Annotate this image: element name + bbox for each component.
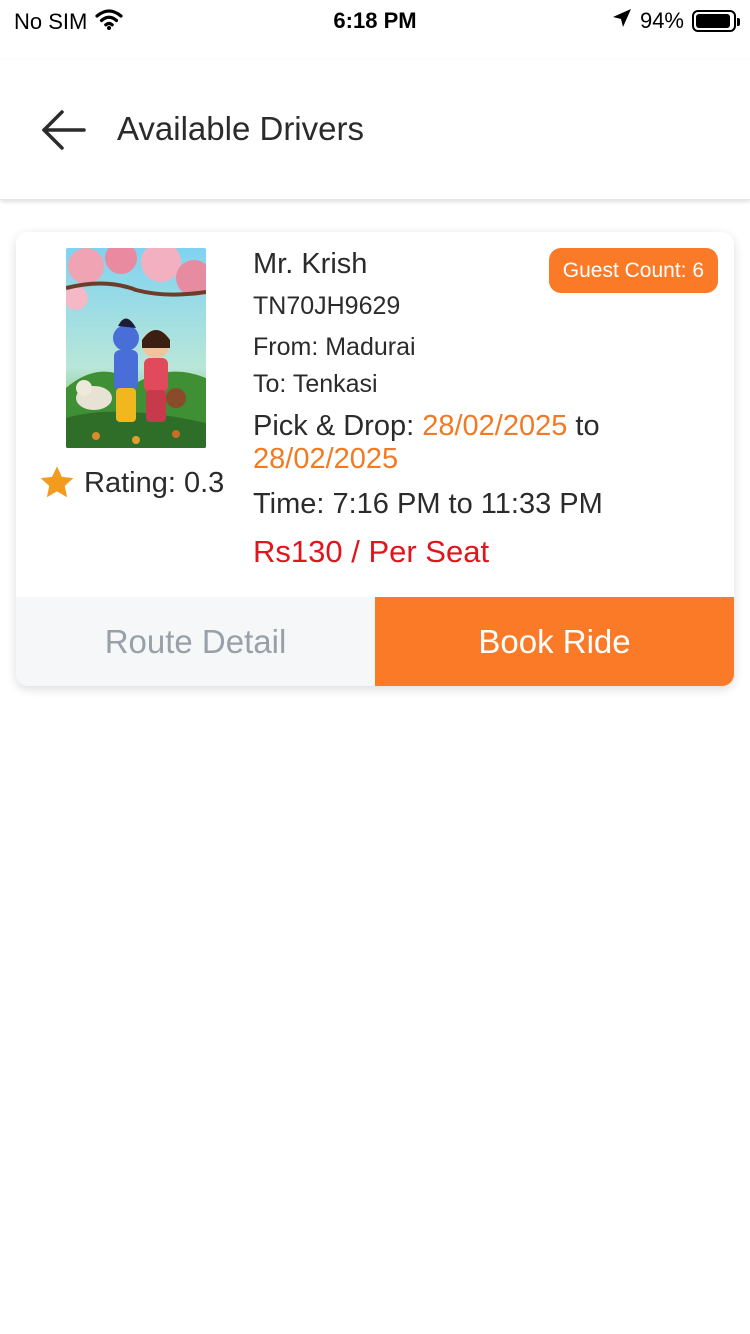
to-location: To: Tenkasi (253, 370, 378, 398)
back-button[interactable] (38, 106, 90, 154)
to-word: to (567, 410, 600, 442)
status-right: 94% (612, 8, 740, 34)
price-per-seat: Rs130 / Per Seat (253, 534, 490, 569)
arrow-left-icon (42, 110, 86, 150)
route-detail-button[interactable]: Route Detail (16, 597, 375, 686)
star-icon (40, 466, 74, 498)
battery-icon (692, 10, 740, 32)
page-title: Available Drivers (117, 110, 364, 147)
battery-tip (737, 18, 740, 26)
rating: Rating: 0.3 (38, 464, 224, 502)
vehicle-number: TN70JH9629 (253, 292, 401, 320)
pick-drop-label: Pick & Drop: (253, 410, 423, 442)
rating-text: Rating: 0.3 (84, 466, 225, 499)
drop-date: 28/02/2025 (253, 443, 399, 475)
status-bar: No SIM 6:18 PM 94% (0, 0, 750, 40)
driver-card[interactable]: Rating: 0.3 Mr. Krish TN70JH9629 From: M… (16, 232, 734, 686)
trip-time: Time: 7:16 PM to 11:33 PM (253, 488, 603, 520)
book-ride-button[interactable]: Book Ride (375, 597, 734, 686)
location-arrow-icon (612, 8, 632, 34)
pick-drop-dates: Pick & Drop: 28/02/2025 to 28/02/2025 (253, 410, 713, 476)
guest-count-badge: Guest Count: 6 (548, 248, 718, 293)
from-location: From: Madurai (253, 333, 416, 361)
battery-percent: 94% (639, 8, 684, 33)
app-header: Available Drivers (0, 60, 750, 200)
driver-photo (66, 248, 206, 448)
battery-level (696, 14, 730, 28)
pick-date: 28/02/2025 (422, 410, 568, 442)
driver-name: Mr. Krish (253, 248, 368, 280)
screen: No SIM 6:18 PM 94% Available Drivers Rat… (0, 0, 750, 1334)
